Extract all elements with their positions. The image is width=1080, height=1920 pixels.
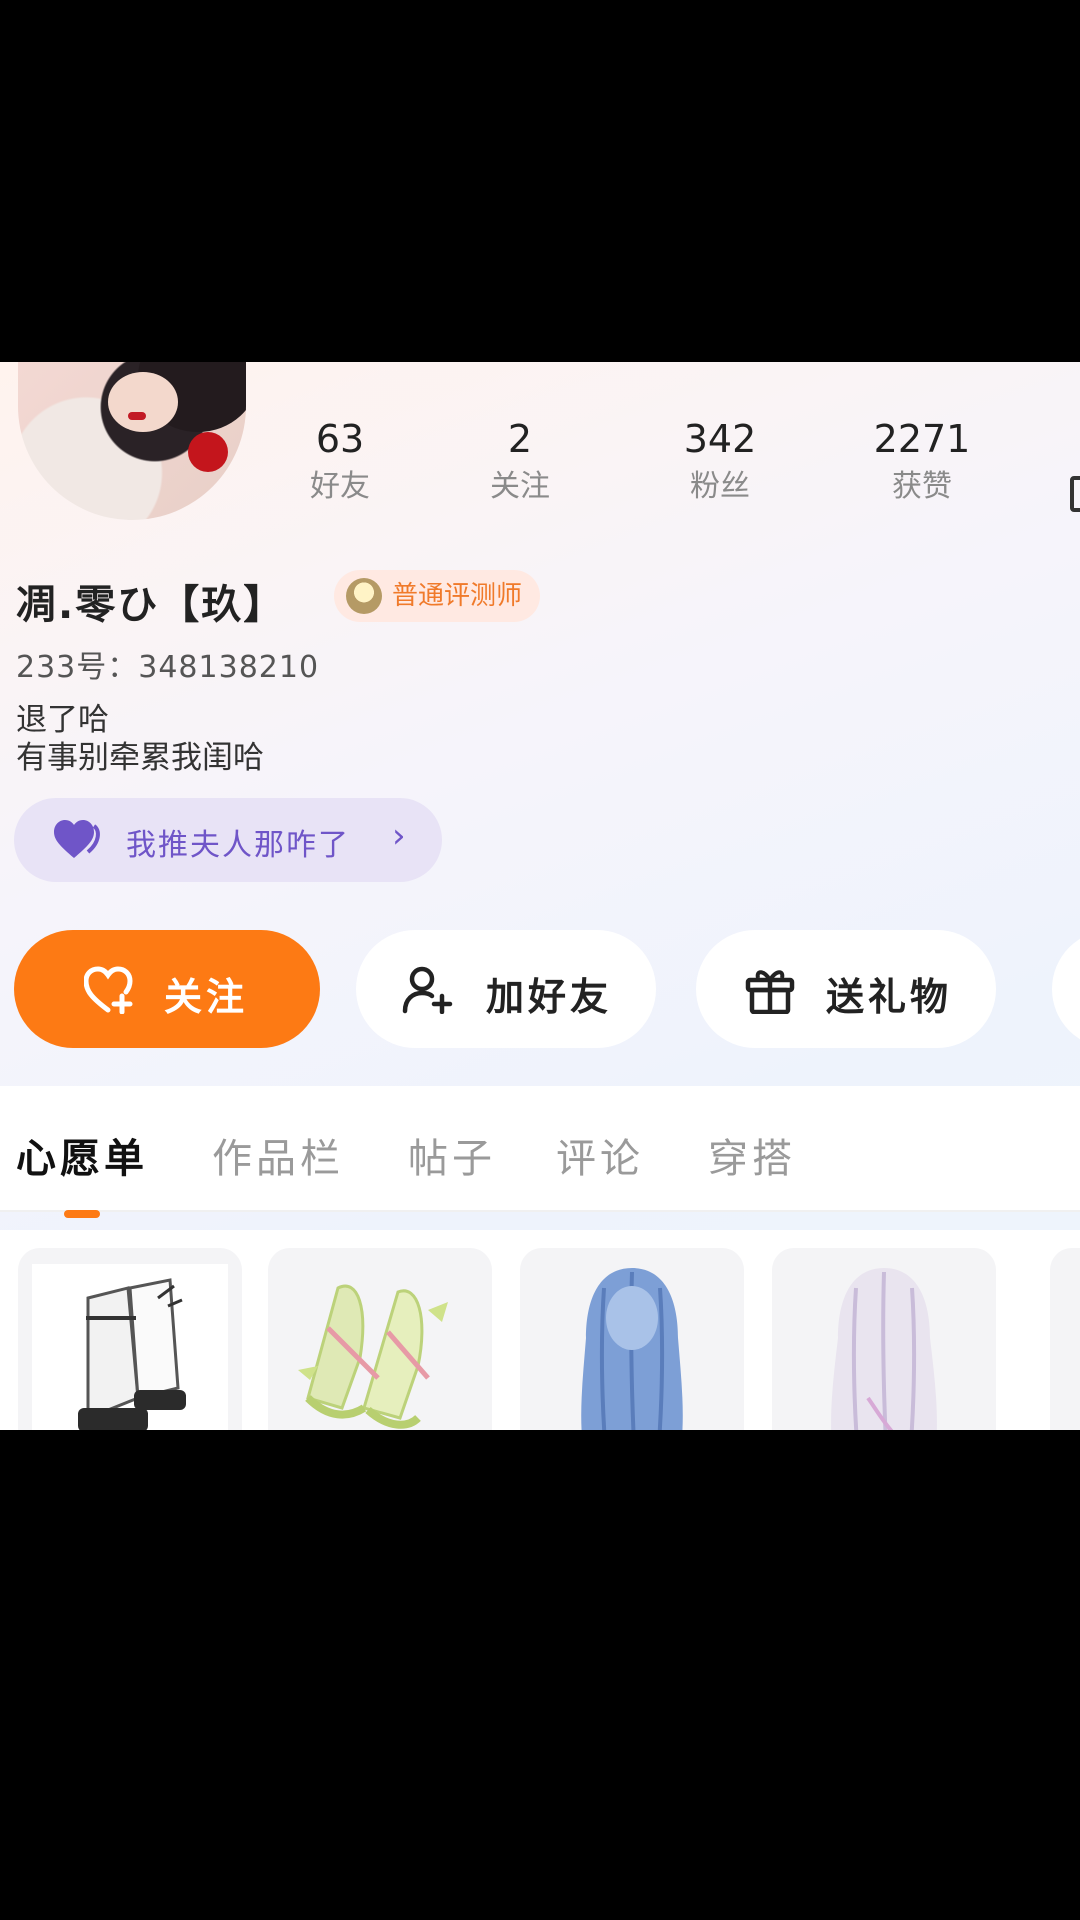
- stat-value: 342: [683, 417, 757, 461]
- wishlist-item-blue-hair[interactable]: [520, 1248, 744, 1430]
- boots-icon: [32, 1264, 228, 1430]
- chevron-right-icon: ›: [392, 816, 406, 856]
- bio-line: 有事别牵累我闺哈: [16, 740, 264, 776]
- add-user-icon: [402, 966, 453, 1014]
- fan-tag-label: 我推夫人那咋了: [126, 828, 350, 863]
- tab-works[interactable]: 作品栏: [212, 1126, 344, 1184]
- follow-label: 关注: [164, 975, 249, 1019]
- follow-button[interactable]: 关注: [14, 930, 320, 1048]
- heart-plus-icon: [84, 966, 133, 1014]
- badge-label: 普通评测师: [392, 581, 523, 611]
- tab-comments[interactable]: 评论: [556, 1126, 644, 1184]
- wishlist-item-boots[interactable]: [18, 1248, 242, 1430]
- hair-icon: [581, 1268, 683, 1430]
- stat-label: 粉丝: [690, 469, 750, 504]
- add-friend-button[interactable]: 加好友: [356, 930, 656, 1048]
- gift-icon: [745, 970, 795, 1014]
- reviewer-badge[interactable]: 普通评测师: [334, 570, 541, 622]
- user-id: 233号：348138210: [16, 650, 320, 685]
- stat-fans[interactable]: 342 粉丝: [650, 416, 790, 508]
- tab-wishlist[interactable]: 心愿单: [16, 1126, 148, 1184]
- wishlist-grid: [0, 1230, 1080, 1430]
- more-stat-icon[interactable]: [1070, 476, 1080, 512]
- hair-icon: [831, 1268, 937, 1430]
- more-button[interactable]: [1052, 930, 1080, 1048]
- stat-label: 获赞: [892, 469, 952, 504]
- heart-icon: [54, 820, 100, 858]
- shoes-icon: [298, 1284, 448, 1429]
- wishlist-item-partial[interactable]: [1050, 1248, 1080, 1430]
- stat-value: 2: [507, 417, 533, 461]
- tab-posts[interactable]: 帖子: [408, 1126, 496, 1184]
- stat-label: 好友: [310, 469, 370, 504]
- add-friend-label: 加好友: [486, 975, 613, 1019]
- send-gift-label: 送礼物: [826, 975, 953, 1019]
- active-tab-indicator: [64, 1210, 100, 1218]
- stat-value: 2271: [873, 417, 971, 461]
- profile-tabs: 心愿单 作品栏 帖子 评论 穿搭: [0, 1086, 1080, 1212]
- stats-row: 63 好友 2 关注 342 粉丝 2271 获赞: [270, 416, 1080, 526]
- send-gift-button[interactable]: 送礼物: [696, 930, 996, 1048]
- nickname: 凋.零ひ【玖】: [16, 582, 286, 628]
- stat-likes[interactable]: 2271 获赞: [852, 416, 992, 508]
- stat-label: 关注: [490, 469, 550, 504]
- stat-friends[interactable]: 63 好友: [270, 416, 410, 508]
- profile-screen: 63 好友 2 关注 342 粉丝 2271 获赞 凋.零ひ【玖】 普通评测师 …: [0, 362, 1080, 1430]
- wishlist-item-white-hair[interactable]: [772, 1248, 996, 1430]
- badge-icon: [346, 578, 382, 614]
- stat-value: 63: [315, 417, 365, 461]
- avatar[interactable]: [18, 362, 246, 520]
- wishlist-item-shoes[interactable]: [268, 1248, 492, 1430]
- tab-outfits[interactable]: 穿搭: [708, 1126, 796, 1184]
- stat-following[interactable]: 2 关注: [450, 416, 590, 508]
- fan-tag-pill[interactable]: 我推夫人那咋了 ›: [14, 798, 442, 882]
